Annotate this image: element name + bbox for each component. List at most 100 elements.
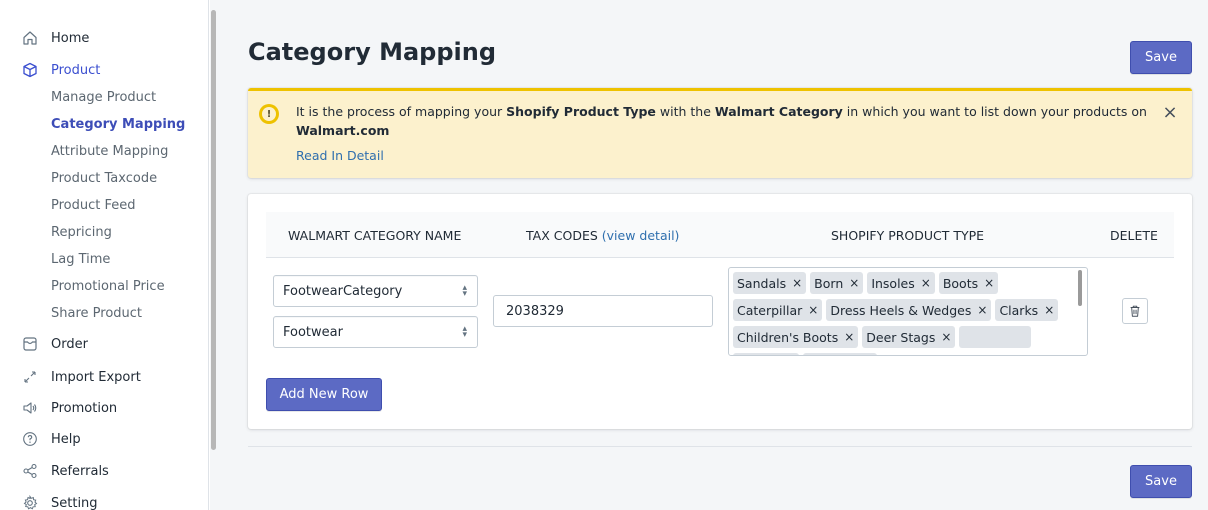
- sidebar-divider: [208, 0, 209, 510]
- remove-tag-icon[interactable]: ×: [844, 330, 854, 344]
- tag-label: Born: [814, 275, 844, 291]
- add-new-row-button[interactable]: Add New Row: [266, 378, 382, 411]
- tag: Caterpillar ×: [733, 299, 823, 321]
- tag: Boots ×: [938, 272, 999, 294]
- walmart-category-select[interactable]: FootwearCategory ▴ ▾: [273, 275, 478, 307]
- tag-label: Insoles: [871, 275, 915, 291]
- tag-partial: [733, 353, 799, 355]
- sidebar-item-product[interactable]: Product: [0, 57, 208, 83]
- sidebar-subitem-attribute-mapping[interactable]: Attribute Mapping: [51, 140, 168, 162]
- tag-label: Deer Stags: [866, 329, 936, 345]
- remove-tag-icon[interactable]: ×: [792, 276, 802, 290]
- sidebar-item-home[interactable]: Home: [0, 25, 208, 51]
- sidebar-item-referrals[interactable]: Referrals: [0, 458, 208, 484]
- sidebar-item-label: Referrals: [51, 463, 109, 479]
- sidebar-subitem-share-product[interactable]: Share Product: [51, 302, 142, 324]
- remove-tag-icon[interactable]: ×: [1044, 303, 1054, 317]
- sidebar-item-label: Product: [51, 62, 101, 78]
- sidebar-item-setting[interactable]: Setting: [0, 490, 208, 510]
- tag-label: Caterpillar: [737, 302, 803, 318]
- tax-code-input[interactable]: 2038329: [493, 295, 713, 327]
- sidebar-item-help[interactable]: Help: [0, 426, 208, 452]
- banner-text-part: in which you want to list down your prod…: [842, 104, 1147, 119]
- tag: Born ×: [810, 272, 864, 294]
- shopify-product-type-multiselect[interactable]: Sandals × Born × Insoles × Boots × Caterpill…: [728, 267, 1088, 356]
- tag: Insoles ×: [867, 272, 935, 294]
- sidebar-subitem-category-mapping[interactable]: Category Mapping: [51, 113, 185, 135]
- read-in-detail-link[interactable]: Read In Detail: [296, 148, 384, 163]
- tag-partial: [959, 326, 1032, 348]
- table-header: WALMART CATEGORY NAME TAX CODES (view de…: [266, 212, 1174, 258]
- tag-label: Boots: [942, 275, 979, 291]
- tag-label: Clarks: [999, 302, 1039, 318]
- cube-icon: [22, 62, 38, 78]
- warning-icon: !: [259, 104, 279, 124]
- select-arrows-icon: ▴ ▾: [462, 283, 467, 299]
- banner-text-part: with the: [655, 104, 715, 119]
- tag: Children's Boots ×: [733, 326, 859, 348]
- remove-tag-icon[interactable]: ×: [977, 303, 987, 317]
- sidebar-subitem-product-taxcode[interactable]: Product Taxcode: [51, 167, 157, 189]
- banner-bold-shopify: Shopify Product Type: [506, 104, 656, 119]
- sidebar-scrollbar[interactable]: [211, 10, 216, 450]
- save-button[interactable]: Save: [1130, 41, 1192, 74]
- sidebar-item-label: Home: [51, 30, 90, 46]
- footer-divider: [248, 446, 1192, 447]
- remove-tag-icon[interactable]: ×: [808, 303, 818, 317]
- header-category: WALMART CATEGORY NAME: [288, 227, 462, 243]
- view-detail-link[interactable]: (view detail): [602, 228, 680, 243]
- walmart-subcategory-select[interactable]: Footwear ▴ ▾: [273, 316, 478, 348]
- header-tax-codes: TAX CODES (view detail): [526, 212, 679, 258]
- sidebar-subitem-lag-time[interactable]: Lag Time: [51, 248, 110, 270]
- sidebar-item-promotion[interactable]: Promotion: [0, 395, 208, 421]
- save-button-bottom[interactable]: Save: [1130, 465, 1192, 498]
- sidebar-subitem-repricing[interactable]: Repricing: [51, 221, 112, 243]
- remove-tag-icon[interactable]: ×: [941, 330, 951, 344]
- remove-tag-icon[interactable]: ×: [921, 276, 931, 290]
- sidebar-item-order[interactable]: Order: [0, 331, 208, 357]
- header-tax-label: TAX CODES: [526, 227, 598, 243]
- warning-glyph: !: [262, 107, 276, 121]
- sidebar-item-label: Help: [51, 431, 81, 447]
- mapping-card: WALMART CATEGORY NAME TAX CODES (view de…: [248, 194, 1192, 429]
- select-value: FootwearCategory: [283, 283, 403, 299]
- sidebar-item-import-export[interactable]: Import Export: [0, 364, 208, 390]
- header-shopify-type: SHOPIFY PRODUCT TYPE: [831, 227, 985, 243]
- remove-tag-icon[interactable]: ×: [849, 276, 859, 290]
- inbox-icon: [22, 336, 38, 352]
- delete-row-button[interactable]: [1122, 298, 1148, 324]
- remove-tag-icon[interactable]: ×: [984, 276, 994, 290]
- speaker-icon: [22, 400, 38, 416]
- home-icon: [22, 30, 38, 46]
- info-banner: ! It is the process of mapping your Shop…: [248, 88, 1192, 178]
- sidebar: Home Product Manage Product Category Map…: [0, 0, 210, 510]
- tag-label: Dress Heels & Wedges: [830, 302, 972, 318]
- sidebar-subitem-product-feed[interactable]: Product Feed: [51, 194, 136, 216]
- tag-list: Sandals × Born × Insoles × Boots × Caterpill…: [733, 272, 1073, 355]
- banner-message: It is the process of mapping your Shopif…: [296, 102, 1156, 140]
- tag-label: Children's Boots: [737, 329, 839, 345]
- header-delete: DELETE: [1110, 227, 1158, 243]
- banner-bold-site: Walmart.com: [296, 123, 390, 138]
- gear-icon: [22, 495, 38, 510]
- sidebar-item-label: Setting: [51, 495, 98, 510]
- page-title: Category Mapping: [248, 38, 496, 66]
- tag: Deer Stags ×: [862, 326, 956, 348]
- tag-box-scrollbar[interactable]: [1078, 270, 1082, 306]
- banner-bold-walmart: Walmart Category: [714, 104, 843, 119]
- select-value: Footwear: [283, 324, 343, 340]
- tag: Clarks ×: [995, 299, 1059, 321]
- arrows-diagonal-icon: [22, 369, 38, 385]
- tag-label: Sandals: [737, 275, 787, 291]
- tag: Sandals ×: [733, 272, 807, 294]
- close-icon[interactable]: ×: [1162, 104, 1178, 122]
- question-icon: [22, 431, 38, 447]
- sidebar-subitem-promotional-price[interactable]: Promotional Price: [51, 275, 165, 297]
- sidebar-item-label: Promotion: [51, 400, 118, 416]
- sidebar-item-label: Import Export: [51, 369, 141, 385]
- share-icon: [22, 463, 38, 479]
- sidebar-subitem-manage-product[interactable]: Manage Product: [51, 86, 156, 108]
- banner-text-part: It is the process of mapping your: [296, 104, 507, 119]
- trash-icon: [1128, 304, 1142, 318]
- select-arrows-icon: ▴ ▾: [462, 324, 467, 340]
